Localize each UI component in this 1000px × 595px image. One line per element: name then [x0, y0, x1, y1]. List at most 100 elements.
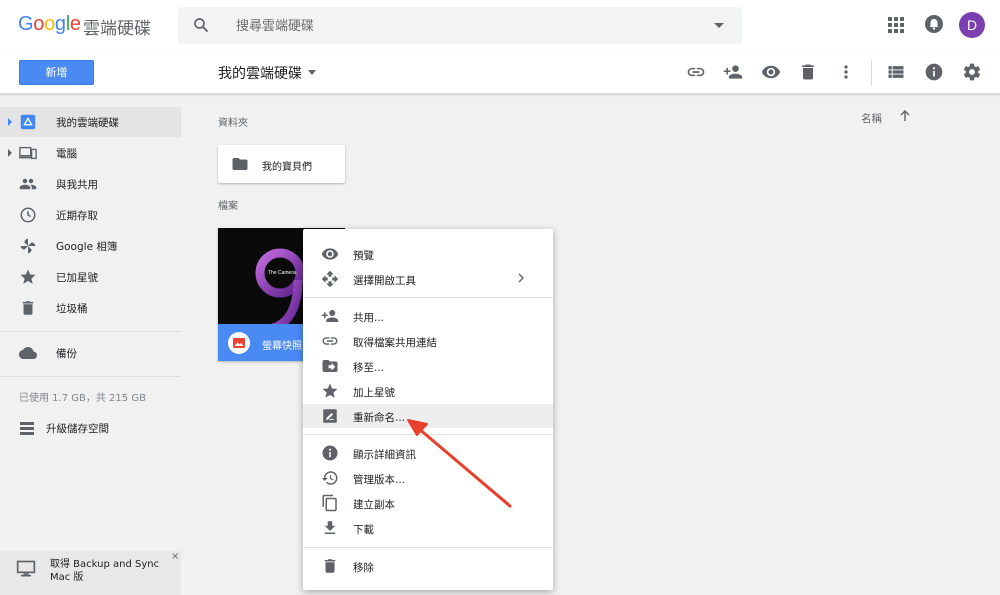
toolbar: 新增 我的雲端硬碟	[0, 50, 1000, 94]
context-menu: 預覽 選擇開啟工具 共用... 取得檔案共用連結 移至... 加上星號 重新命名…	[303, 229, 553, 590]
link-icon[interactable]	[686, 62, 706, 82]
sort-by-name-button[interactable]: 名稱	[861, 111, 882, 126]
trash-icon	[22, 301, 34, 315]
menu-item-label: 建立副本	[353, 499, 395, 511]
star-icon	[322, 383, 338, 398]
search-box[interactable]	[178, 7, 742, 44]
sidebar-item-label: 我的雲端硬碟	[56, 117, 119, 129]
menu-item-open-with[interactable]: 選擇開啟工具	[303, 267, 553, 291]
backup-promo-text: 取得 Backup and Sync Mac 版	[50, 559, 160, 583]
menu-item-manage-versions[interactable]: 管理版本...	[303, 466, 553, 490]
sidebar-item-label: 近期存取	[56, 210, 98, 222]
menu-item-add-star[interactable]: 加上星號	[303, 379, 553, 403]
expand-caret-icon[interactable]	[8, 118, 12, 126]
folder-move-icon	[322, 360, 338, 372]
link-icon	[322, 337, 338, 345]
menu-item-download[interactable]: 下載	[303, 516, 553, 540]
menu-item-label: 加上星號	[353, 387, 395, 399]
toolbar-divider	[871, 60, 872, 86]
menu-item-remove[interactable]: 移除	[303, 554, 553, 578]
star-icon	[20, 269, 36, 284]
folder-icon	[232, 158, 248, 170]
copy-icon	[322, 494, 337, 512]
sidebar-item-my-drive[interactable]: 我的雲端硬碟	[0, 107, 181, 137]
backup-sync-promo[interactable]: 取得 Backup and Sync Mac 版 ×	[0, 551, 181, 595]
folder-card[interactable]: 我的寶貝們	[218, 145, 345, 183]
menu-item-preview[interactable]: 預覽	[303, 242, 553, 266]
sidebar-item-recent[interactable]: 近期存取	[0, 200, 181, 230]
list-view-icon[interactable]	[886, 62, 906, 82]
shared-icon	[19, 178, 37, 190]
preview-eye-icon[interactable]	[761, 62, 781, 82]
sidebar-item-label: 電腦	[56, 148, 77, 160]
menu-item-make-copy[interactable]: 建立副本	[303, 491, 553, 515]
search-input[interactable]	[236, 15, 676, 37]
menu-divider	[303, 297, 553, 298]
eye-icon	[321, 248, 339, 260]
sidebar-item-label: 與我共用	[56, 179, 98, 191]
breadcrumb-dropdown-icon[interactable]	[308, 70, 316, 75]
info-icon	[322, 445, 338, 461]
recent-icon	[20, 207, 36, 223]
expand-caret-icon[interactable]	[8, 149, 12, 157]
search-options-icon[interactable]	[714, 23, 724, 28]
menu-item-rename[interactable]: 重新命名...	[303, 404, 553, 428]
menu-item-label: 選擇開啟工具	[353, 275, 416, 287]
upgrade-storage-label: 升級儲存空間	[46, 423, 109, 435]
menu-item-move-to[interactable]: 移至...	[303, 354, 553, 378]
sidebar-item-trash[interactable]: 垃圾桶	[0, 293, 181, 323]
settings-gear-icon[interactable]	[962, 62, 982, 82]
folder-name: 我的寶貝們	[262, 162, 312, 173]
close-icon[interactable]: ×	[171, 551, 179, 562]
menu-item-share[interactable]: 共用...	[303, 304, 553, 328]
chevron-right-icon	[518, 273, 524, 283]
cloud-icon	[19, 347, 37, 359]
storage-usage: 已使用 1.7 GB，共 215 GB	[19, 393, 146, 404]
google-logo[interactable]: Google	[18, 13, 81, 36]
sidebar-item-backups[interactable]: 備份	[0, 338, 181, 368]
top-bar: Google 雲端硬碟 D	[0, 0, 1000, 50]
menu-item-label: 移除	[353, 562, 374, 574]
thumbnail-text: The Camera.	[268, 270, 298, 276]
trash-icon[interactable]	[798, 62, 818, 82]
apps-grid-icon[interactable]	[887, 16, 905, 34]
notifications-icon[interactable]	[924, 14, 944, 34]
menu-item-label: 下載	[353, 524, 374, 536]
desktop-icon	[16, 560, 36, 577]
sidebar-divider	[0, 331, 181, 332]
rename-icon	[323, 409, 337, 423]
sidebar-item-label: 垃圾桶	[56, 303, 88, 315]
menu-item-label: 重新命名...	[353, 412, 406, 424]
folders-section-label: 資料夾	[218, 118, 248, 129]
sidebar-item-photos[interactable]: Google 相簿	[0, 231, 181, 261]
menu-item-label: 預覽	[353, 250, 374, 262]
info-icon[interactable]	[924, 62, 944, 82]
menu-item-label: 管理版本...	[353, 474, 406, 486]
breadcrumb[interactable]: 我的雲端硬碟	[218, 63, 302, 83]
sidebar-item-shared[interactable]: 與我共用	[0, 169, 181, 199]
sidebar-item-label: Google 相簿	[56, 241, 118, 253]
sidebar-divider	[0, 376, 181, 377]
person-add-icon	[321, 310, 339, 322]
file-name: 螢幕快照	[262, 341, 302, 352]
sidebar-item-label: 已加星號	[56, 272, 98, 284]
more-vert-icon[interactable]	[836, 62, 856, 82]
photos-icon	[20, 238, 36, 254]
menu-divider	[303, 547, 553, 548]
sidebar: 我的雲端硬碟 電腦 與我共用 近期存取 Google 相簿 已加星號 垃圾桶 備…	[0, 95, 181, 595]
move-arrows-icon	[321, 270, 339, 288]
upgrade-storage-link[interactable]: 升級儲存空間	[0, 415, 181, 441]
product-name[interactable]: 雲端硬碟	[83, 14, 151, 39]
menu-item-get-link[interactable]: 取得檔案共用連結	[303, 329, 553, 353]
avatar[interactable]: D	[959, 12, 985, 38]
sidebar-item-computers[interactable]: 電腦	[0, 138, 181, 168]
share-person-icon[interactable]	[723, 62, 743, 82]
sidebar-item-starred[interactable]: 已加星號	[0, 262, 181, 292]
drive-icon	[20, 114, 36, 130]
menu-item-label: 共用...	[353, 312, 385, 324]
search-icon[interactable]	[192, 16, 210, 34]
new-button[interactable]: 新增	[19, 60, 94, 85]
sidebar-item-label: 備份	[56, 348, 77, 360]
menu-item-details[interactable]: 顯示詳細資訊	[303, 441, 553, 465]
sort-ascending-icon[interactable]	[898, 109, 912, 123]
